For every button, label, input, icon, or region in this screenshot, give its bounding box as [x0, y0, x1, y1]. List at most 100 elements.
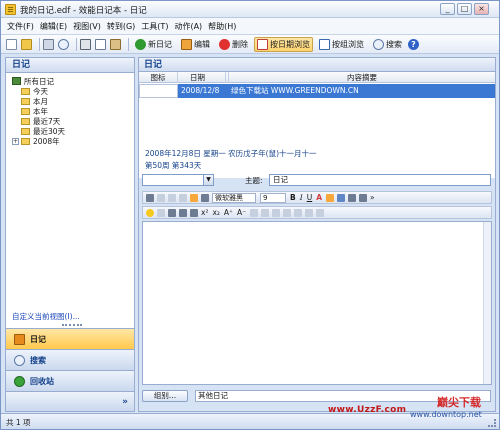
insert-table-icon[interactable]	[250, 208, 259, 217]
menu-help[interactable]: 帮助(H)	[208, 21, 236, 32]
help-icon[interactable]: ?	[408, 38, 419, 50]
diary-content-pane: 日记 图标 日期 内容摘要 2008/12/8 绿色下载站 WWW.GREEND…	[138, 57, 496, 412]
bullet-list-icon[interactable]	[168, 208, 176, 217]
magnifier-icon	[14, 354, 25, 366]
menu-actions[interactable]: 动作(A)	[174, 21, 202, 32]
tree-item-all[interactable]: 所有日记	[12, 76, 134, 86]
browse-by-group-button[interactable]: 按组浏览	[316, 37, 367, 52]
row-summary: 绿色下载站 WWW.GREENDOWN.CN	[231, 86, 359, 95]
folder-icon	[21, 137, 30, 145]
cut-icon[interactable]	[80, 38, 91, 50]
table-row-icon[interactable]	[261, 208, 270, 217]
paste-icon[interactable]	[110, 38, 121, 50]
nav-recycle-bin-button[interactable]: 回收站	[6, 370, 134, 391]
group-calendar-icon	[319, 38, 330, 50]
expand-icon[interactable]: +	[12, 137, 19, 145]
numbered-list-icon[interactable]	[157, 208, 165, 217]
font-color-button[interactable]: A	[316, 193, 322, 202]
italic-button[interactable]: I	[300, 193, 303, 202]
minimize-button[interactable]: _	[440, 3, 455, 15]
table-row[interactable]: 2008/12/8 绿色下载站 WWW.GREENDOWN.CN	[139, 84, 495, 98]
customize-view-link[interactable]: 自定义当前视图(I)...	[12, 311, 80, 322]
grid-header: 图标 日期 内容摘要	[139, 72, 495, 83]
column-header-summary[interactable]: 内容摘要	[229, 72, 495, 83]
browse-by-date-button[interactable]: 按日期浏览	[254, 36, 313, 52]
delete-col-icon[interactable]	[316, 208, 325, 217]
undo-icon[interactable]	[146, 193, 154, 202]
menu-edit[interactable]: 编辑(E)	[40, 21, 67, 32]
group-button[interactable]: 组别...	[142, 390, 188, 402]
week-day-info: 第50周 第343天	[145, 161, 202, 170]
font-family-select[interactable]: 微软雅黑	[212, 192, 256, 203]
new-file-icon[interactable]	[6, 38, 17, 50]
redo-icon[interactable]	[157, 193, 165, 202]
copy-icon[interactable]	[179, 193, 187, 202]
subject-input[interactable]: 日记	[269, 174, 491, 186]
menu-go[interactable]: 转到(G)	[107, 21, 135, 32]
delete-button[interactable]: 删除	[216, 37, 251, 52]
font-size-select[interactable]: 9	[260, 192, 286, 203]
editor-scrollbar[interactable]	[483, 222, 491, 384]
tree-item-today[interactable]: 今天	[12, 86, 134, 96]
align-right-icon[interactable]	[359, 193, 367, 202]
menu-bar: 文件(F) 编辑(E) 视图(V) 转到(G) 工具(T) 动作(A) 帮助(H…	[1, 18, 499, 35]
superscript-button[interactable]: x²	[201, 208, 208, 217]
diary-editor[interactable]	[142, 221, 492, 385]
search-button[interactable]: 搜索	[370, 37, 405, 52]
tree-item-last-30-days[interactable]: 最近30天	[12, 126, 134, 136]
diary-tree: 所有日记 今天 本月 本年 最近7天 最近30天 + 2008年	[6, 73, 134, 146]
menu-file[interactable]: 文件(F)	[7, 21, 34, 32]
nav-search-label: 搜索	[30, 355, 46, 365]
bold-button[interactable]: B	[290, 193, 296, 202]
chevron-down-icon[interactable]: ▼	[203, 175, 213, 185]
nav-diary-button[interactable]: 日记	[6, 328, 134, 349]
chevron-right-icon[interactable]: »	[122, 397, 128, 407]
folder-icon	[21, 107, 30, 115]
resize-grip-icon[interactable]	[488, 419, 496, 427]
edit-label: 编辑	[194, 39, 210, 49]
watermark-logo-text: 巅尖下载	[437, 396, 481, 409]
clear-icon[interactable]	[201, 193, 209, 202]
grow-font-button[interactable]: A⁺	[224, 208, 233, 217]
menu-view[interactable]: 视图(V)	[73, 21, 101, 32]
paste-icon[interactable]	[190, 193, 198, 202]
maximize-button[interactable]: □	[457, 3, 472, 15]
title-bar[interactable]: 我的日记.edf - 效能日记本 - 日记 _ □ ×	[1, 1, 499, 18]
table-col-icon[interactable]	[272, 208, 281, 217]
tree-item-this-year[interactable]: 本年	[12, 106, 134, 116]
tree-item-last-7-days[interactable]: 最近7天	[12, 116, 134, 126]
navigation-pane: 日记 所有日记 今天 本月 本年 最近7天 最近30天 + 2008年 自定义当…	[5, 57, 135, 412]
edit-button[interactable]: 编辑	[178, 37, 213, 52]
shrink-font-button[interactable]: A⁻	[237, 208, 246, 217]
underline-button[interactable]: U	[307, 193, 313, 202]
tree-item-2008[interactable]: + 2008年	[12, 136, 134, 146]
emoticon-icon[interactable]	[146, 208, 154, 217]
pane-splitter-grip[interactable]	[62, 324, 82, 327]
column-header-date[interactable]: 日期	[178, 72, 226, 83]
column-header-icon[interactable]: 图标	[139, 72, 178, 83]
tree-item-this-month[interactable]: 本月	[12, 96, 134, 106]
menu-tools[interactable]: 工具(T)	[141, 21, 168, 32]
item-count: 共 1 项	[6, 418, 31, 427]
subject-label: 主题:	[245, 176, 263, 185]
indent-icon[interactable]	[190, 208, 198, 217]
align-center-icon[interactable]	[348, 193, 356, 202]
split-cells-icon[interactable]	[294, 208, 303, 217]
outdent-icon[interactable]	[179, 208, 187, 217]
close-button[interactable]: ×	[474, 3, 489, 15]
category-dropdown[interactable]: ▼	[142, 174, 214, 186]
align-left-icon[interactable]	[337, 193, 345, 202]
nav-search-button[interactable]: 搜索	[6, 349, 134, 370]
print-icon[interactable]	[43, 38, 54, 50]
subscript-button[interactable]: x₂	[212, 208, 219, 217]
new-diary-button[interactable]: 新日记	[132, 37, 175, 52]
open-folder-icon[interactable]	[21, 38, 32, 50]
delete-row-icon[interactable]	[305, 208, 314, 217]
print-preview-icon[interactable]	[58, 38, 69, 50]
merge-cells-icon[interactable]	[283, 208, 292, 217]
toolbar-overflow-icon[interactable]: »	[370, 193, 375, 202]
plus-icon	[135, 38, 146, 50]
copy-icon[interactable]	[95, 38, 106, 50]
cut-icon[interactable]	[168, 193, 176, 202]
highlight-icon[interactable]	[326, 193, 334, 202]
